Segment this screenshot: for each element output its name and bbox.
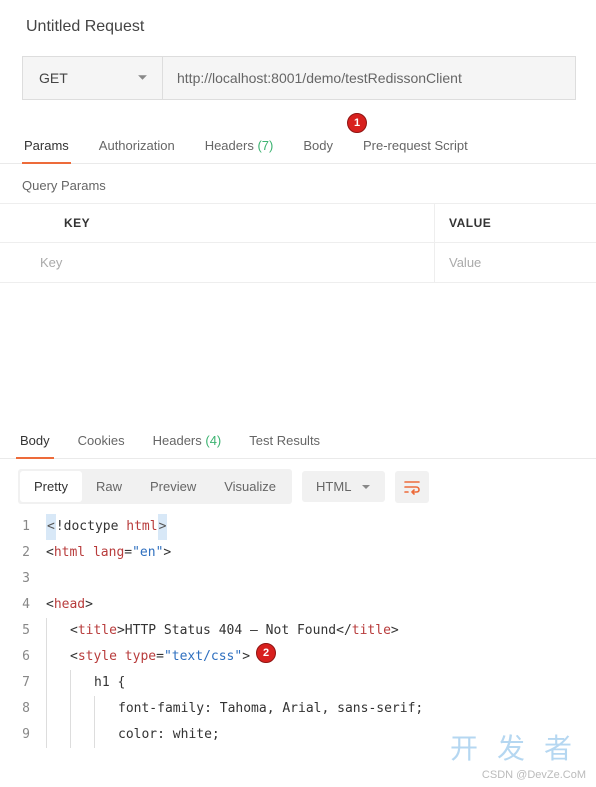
line-content[interactable]: <!doctype html>	[46, 514, 596, 540]
response-toolbar: PrettyRawPreviewVisualize HTML	[0, 459, 596, 514]
http-method-select[interactable]: GET	[23, 57, 163, 99]
url-input[interactable]: http://localhost:8001/demo/testRedissonC…	[163, 57, 575, 99]
resp-tab-body[interactable]: Body	[16, 423, 54, 458]
line-number: 4	[0, 592, 46, 618]
qp-header-row: KEY VALUE	[0, 204, 596, 243]
qp-col-key: KEY	[0, 204, 435, 242]
tab-headers[interactable]: Headers (7)	[203, 128, 276, 163]
response-tabs: Body Cookies Headers (4) Test Results	[0, 423, 596, 459]
query-params-header: Query Params	[0, 164, 596, 203]
resp-tab-headers[interactable]: Headers (4)	[149, 423, 226, 458]
code-line: 8font-family: Tahoma, Arial, sans-serif;	[0, 696, 596, 722]
method-url-bar: GET http://localhost:8001/demo/testRedis…	[22, 56, 576, 100]
view-preview[interactable]: Preview	[136, 471, 210, 502]
line-content[interactable]: <title>HTTP Status 404 – Not Found</titl…	[46, 618, 596, 644]
resp-tab-cookies[interactable]: Cookies	[74, 423, 129, 458]
qp-value-input[interactable]: Value	[435, 243, 596, 282]
code-line: 5<title>HTTP Status 404 – Not Found</tit…	[0, 618, 596, 644]
code-line: 4<head>	[0, 592, 596, 618]
format-label: HTML	[316, 479, 351, 494]
response-code: 1<!doctype html>2<html lang="en">34<head…	[0, 514, 596, 748]
line-content[interactable]: h1 {	[46, 670, 596, 696]
code-line: 3	[0, 566, 596, 592]
code-line: 2<html lang="en">	[0, 540, 596, 566]
qp-col-value: VALUE	[435, 204, 596, 242]
url-value: http://localhost:8001/demo/testRedissonC…	[177, 70, 462, 86]
tab-count: (4)	[202, 433, 222, 448]
tab-params[interactable]: Params	[22, 128, 71, 163]
line-number: 2	[0, 540, 46, 566]
resp-tab-test-results[interactable]: Test Results	[245, 423, 324, 458]
line-number: 8	[0, 696, 46, 722]
line-number: 5	[0, 618, 46, 644]
tab-authorization[interactable]: Authorization	[97, 128, 177, 163]
tab-pre-request-script[interactable]: Pre-request Script	[361, 128, 470, 163]
annotation-badge-1: 1	[347, 113, 367, 133]
wrap-icon	[403, 479, 421, 495]
view-mode-group: PrettyRawPreviewVisualize	[18, 469, 292, 504]
qp-input-row: Key Value	[0, 243, 596, 282]
chevron-down-icon	[137, 70, 148, 86]
request-tabs: Params Authorization Headers (7) Body Pre-re…	[0, 128, 596, 164]
annotation-badge-2: 2	[256, 643, 276, 663]
line-number: 6	[0, 644, 46, 670]
watermark-main: 开 发 者	[450, 727, 578, 767]
line-content[interactable]: <head>	[46, 592, 596, 618]
code-line: 7h1 {	[0, 670, 596, 696]
tab-body[interactable]: Body	[301, 128, 335, 163]
format-select[interactable]: HTML	[302, 471, 385, 502]
line-content[interactable]: <style type="text/css">	[46, 644, 596, 670]
line-content[interactable]	[46, 566, 596, 592]
line-number: 1	[0, 514, 46, 540]
qp-key-input[interactable]: Key	[0, 243, 435, 282]
request-title: Untitled Request	[0, 0, 596, 56]
http-method-label: GET	[39, 70, 68, 86]
line-number: 9	[0, 722, 46, 748]
query-params-table: KEY VALUE Key Value	[0, 203, 596, 283]
view-visualize[interactable]: Visualize	[210, 471, 290, 502]
line-content[interactable]: font-family: Tahoma, Arial, sans-serif;	[46, 696, 596, 722]
watermark-sub: CSDN @DevZe.CoM	[482, 769, 586, 781]
line-number: 7	[0, 670, 46, 696]
line-content[interactable]: <html lang="en">	[46, 540, 596, 566]
tab-count: (7)	[254, 138, 274, 153]
code-line: 6<style type="text/css">	[0, 644, 596, 670]
view-raw[interactable]: Raw	[82, 471, 136, 502]
view-pretty[interactable]: Pretty	[20, 471, 82, 502]
wrap-button[interactable]	[395, 471, 429, 503]
code-line: 1<!doctype html>	[0, 514, 596, 540]
line-number: 3	[0, 566, 46, 592]
chevron-down-icon	[361, 482, 371, 492]
